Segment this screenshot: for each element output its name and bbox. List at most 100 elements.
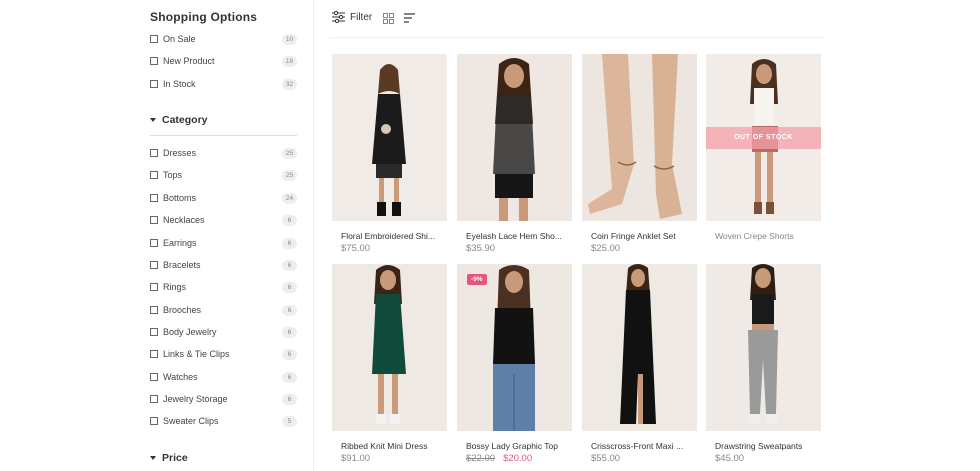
category-rings[interactable]: Rings 6 bbox=[150, 280, 297, 294]
category-label: Rings bbox=[163, 282, 187, 292]
count-badge: 18 bbox=[282, 55, 297, 67]
count-badge: 6 bbox=[282, 237, 297, 249]
category-label: Bracelets bbox=[163, 260, 201, 270]
category-links-tie-clips[interactable]: Links & Tie Clips 6 bbox=[150, 347, 297, 361]
count-badge: 6 bbox=[282, 304, 297, 316]
category-label: Earrings bbox=[163, 238, 197, 248]
price-section-toggle[interactable]: Price bbox=[150, 452, 188, 464]
model-graphic-top-image bbox=[493, 265, 535, 431]
count-badge: 25 bbox=[282, 147, 297, 159]
product-name[interactable]: Bossy Lady Graphic Top bbox=[466, 441, 570, 451]
count-badge: 6 bbox=[282, 326, 297, 338]
checkbox[interactable] bbox=[150, 328, 158, 336]
checkbox[interactable] bbox=[150, 194, 158, 202]
checkbox[interactable] bbox=[150, 35, 158, 43]
category-label: Jewelry Storage bbox=[163, 394, 228, 404]
shopping-options-title: Shopping Options bbox=[150, 10, 258, 24]
category-section-toggle[interactable]: Category bbox=[150, 114, 208, 126]
count-badge: 10 bbox=[282, 33, 297, 45]
product-name[interactable]: Floral Embroidered Shi... bbox=[341, 231, 445, 241]
sidebar: Shopping Options On Sale 10 New Product … bbox=[0, 0, 314, 471]
grid-view-icon[interactable] bbox=[383, 13, 394, 24]
checkbox[interactable] bbox=[150, 171, 158, 179]
category-label: Body Jewelry bbox=[163, 327, 217, 337]
product-name[interactable]: Drawstring Sweatpants bbox=[715, 441, 819, 451]
option-label: On Sale bbox=[163, 34, 196, 44]
product-image[interactable] bbox=[332, 54, 447, 221]
category-dresses[interactable]: Dresses 25 bbox=[150, 146, 297, 160]
checkbox[interactable] bbox=[150, 373, 158, 381]
category-watches[interactable]: Watches 6 bbox=[150, 370, 297, 384]
option-label: In Stock bbox=[163, 79, 196, 89]
product-name[interactable]: Coin Fringe Anklet Set bbox=[591, 231, 695, 241]
category-heading: Category bbox=[162, 114, 208, 126]
checkbox[interactable] bbox=[150, 261, 158, 269]
category-earrings[interactable]: Earrings 6 bbox=[150, 236, 297, 250]
count-badge: 24 bbox=[282, 192, 297, 204]
caret-down-icon bbox=[150, 456, 156, 460]
model-green-dress-image bbox=[372, 265, 406, 424]
count-badge: 6 bbox=[282, 393, 297, 405]
category-label: Bottoms bbox=[163, 193, 197, 203]
product-image[interactable]: -9% bbox=[457, 264, 572, 431]
checkbox[interactable] bbox=[150, 306, 158, 314]
model-sweatpants-image bbox=[748, 264, 778, 424]
category-label: Necklaces bbox=[163, 215, 205, 225]
category-sweater-clips[interactable]: Sweater Clips 5 bbox=[150, 414, 297, 428]
product-price: $91.00 bbox=[341, 453, 371, 464]
option-in-stock[interactable]: In Stock 32 bbox=[150, 77, 297, 91]
anklet-legs-image bbox=[588, 54, 682, 219]
checkbox[interactable] bbox=[150, 80, 158, 88]
category-brooches[interactable]: Brooches 6 bbox=[150, 303, 297, 317]
count-badge: 6 bbox=[282, 259, 297, 271]
option-on-sale[interactable]: On Sale 10 bbox=[150, 32, 297, 46]
product-name[interactable]: Ribbed Knit Mini Dress bbox=[341, 441, 445, 451]
section-divider bbox=[150, 135, 297, 136]
category-bracelets[interactable]: Bracelets 6 bbox=[150, 258, 297, 272]
count-badge: 6 bbox=[282, 371, 297, 383]
filter-label: Filter bbox=[350, 11, 373, 23]
product-image[interactable] bbox=[582, 264, 697, 431]
product-image[interactable]: OUT OF STOCK bbox=[706, 54, 821, 221]
toolbar: Filter bbox=[330, 0, 825, 38]
option-new-product[interactable]: New Product 18 bbox=[150, 54, 297, 68]
category-label: Dresses bbox=[163, 148, 197, 158]
category-necklaces[interactable]: Necklaces 6 bbox=[150, 213, 297, 227]
category-label: Watches bbox=[163, 372, 198, 382]
checkbox[interactable] bbox=[150, 216, 158, 224]
checkbox[interactable] bbox=[150, 395, 158, 403]
model-sheer-top-image bbox=[493, 58, 535, 221]
product-name[interactable]: Woven Crepe Shorts bbox=[715, 231, 819, 241]
checkbox[interactable] bbox=[150, 57, 158, 65]
model-maxi-dress-image bbox=[620, 264, 656, 424]
product-name[interactable]: Eyelash Lace Hem Sho... bbox=[466, 231, 570, 241]
price-heading: Price bbox=[162, 452, 188, 464]
product-price: $35.90 bbox=[466, 243, 496, 254]
list-view-icon[interactable] bbox=[404, 13, 416, 24]
product-image[interactable] bbox=[332, 264, 447, 431]
category-bottoms[interactable]: Bottoms 24 bbox=[150, 191, 297, 205]
checkbox[interactable] bbox=[150, 239, 158, 247]
product-price: $45.00 bbox=[715, 453, 745, 464]
category-jewelry-storage[interactable]: Jewelry Storage 6 bbox=[150, 392, 297, 406]
count-badge: 25 bbox=[282, 169, 297, 181]
category-tops[interactable]: Tops 25 bbox=[150, 168, 297, 182]
checkbox[interactable] bbox=[150, 149, 158, 157]
count-badge: 6 bbox=[282, 214, 297, 226]
product-price: $55.00 bbox=[591, 453, 621, 464]
checkbox[interactable] bbox=[150, 283, 158, 291]
product-price: $22.00 $20.00 bbox=[466, 453, 532, 464]
checkbox[interactable] bbox=[150, 350, 158, 358]
product-image[interactable] bbox=[706, 264, 821, 431]
product-name[interactable]: Crisscross-Front Maxi ... bbox=[591, 441, 695, 451]
product-image[interactable] bbox=[582, 54, 697, 221]
category-body-jewelry[interactable]: Body Jewelry 6 bbox=[150, 325, 297, 339]
sale-price: $20.00 bbox=[503, 453, 533, 464]
count-badge: 6 bbox=[282, 348, 297, 360]
model-black-dress-image bbox=[372, 64, 406, 216]
filter-button[interactable]: Filter bbox=[332, 11, 372, 23]
category-label: Links & Tie Clips bbox=[163, 349, 230, 359]
product-image[interactable] bbox=[457, 54, 572, 221]
checkbox[interactable] bbox=[150, 417, 158, 425]
category-label: Sweater Clips bbox=[163, 416, 219, 426]
